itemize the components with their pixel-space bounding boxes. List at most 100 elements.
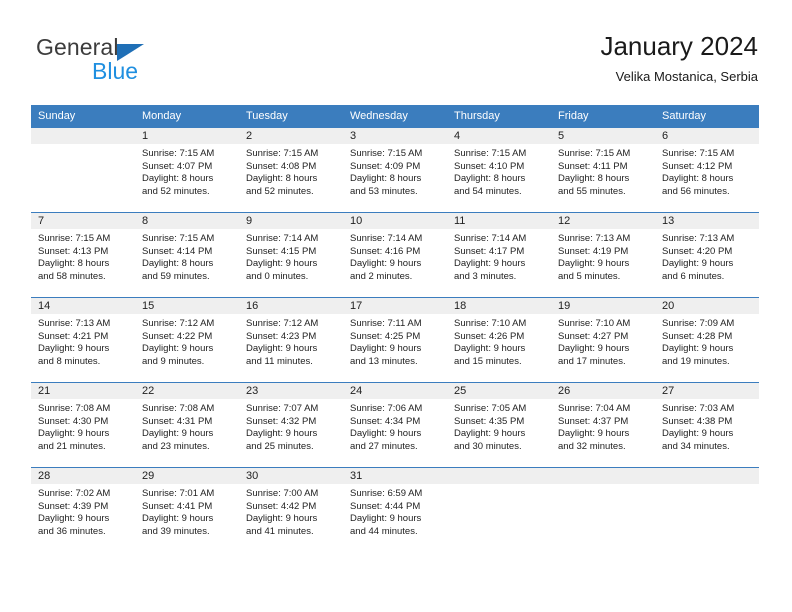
- sunset-text: Sunset: 4:13 PM: [38, 245, 109, 257]
- calendar-day-cell[interactable]: 31 Sunrise: 6:59 AM Sunset: 4:44 PM Dayligh…: [343, 467, 447, 552]
- sunset-text: Sunset: 4:28 PM: [662, 330, 733, 342]
- day-number: 14: [38, 300, 51, 312]
- sunset-text: Sunset: 4:14 PM: [142, 245, 213, 257]
- day-cell-content: 22 Sunrise: 7:08 AM Sunset: 4:31 PM Dayligh…: [135, 383, 239, 467]
- weekday-header-wednesday: Wednesday: [343, 105, 447, 128]
- sunrise-text: Sunrise: 7:08 AM: [142, 403, 215, 414]
- daylight-text-line1: Daylight: 8 hours: [142, 258, 214, 270]
- sunrise-text: Sunrise: 7:15 AM: [142, 148, 215, 159]
- day-cell-content: 31 Sunrise: 6:59 AM Sunset: 4:44 PM Dayligh…: [343, 468, 447, 552]
- sunset-text: Sunset: 4:22 PM: [142, 330, 213, 342]
- calendar-day-cell[interactable]: 17 Sunrise: 7:11 AM Sunset: 4:25 PM Dayligh…: [343, 297, 447, 383]
- calendar-day-cell[interactable]: 9 Sunrise: 7:14 AM Sunset: 4:15 PM Daylight…: [239, 212, 343, 298]
- day-cell-content: 6 Sunrise: 7:15 AM Sunset: 4:12 PM Daylight…: [655, 128, 759, 212]
- daylight-text-line2: and 52 minutes.: [142, 185, 210, 197]
- sunset-text: Sunset: 4:32 PM: [246, 415, 317, 427]
- day-cell-content: 5 Sunrise: 7:15 AM Sunset: 4:11 PM Daylight…: [551, 128, 655, 212]
- daylight-text-line1: Daylight: 9 hours: [142, 343, 214, 355]
- sunset-text: Sunset: 4:10 PM: [454, 160, 525, 172]
- calendar-header-row: Sunday Monday Tuesday Wednesday Thursday…: [31, 105, 759, 128]
- daylight-text-line2: and 6 minutes.: [662, 270, 725, 282]
- day-number-band: 21: [31, 383, 135, 399]
- day-cell-content: [31, 128, 135, 212]
- day-details: [655, 484, 759, 488]
- daylight-text-line1: Daylight: 9 hours: [246, 513, 318, 525]
- calendar-body: 1 Sunrise: 7:15 AM Sunset: 4:07 PM Daylight…: [31, 128, 759, 552]
- calendar-table: Sunday Monday Tuesday Wednesday Thursday…: [31, 105, 759, 552]
- day-number: 11: [454, 215, 466, 227]
- day-number: 27: [662, 385, 675, 397]
- day-number-band: 19: [551, 298, 655, 314]
- calendar-day-cell[interactable]: 30 Sunrise: 7:00 AM Sunset: 4:42 PM Dayligh…: [239, 467, 343, 552]
- brand-logo[interactable]: General Blue: [31, 30, 231, 90]
- day-details: Sunrise: 7:01 AM Sunset: 4:41 PM Daylight:…: [135, 484, 239, 538]
- daylight-text-line2: and 9 minutes.: [142, 355, 205, 367]
- day-number-band: 10: [343, 213, 447, 229]
- sunset-text: Sunset: 4:19 PM: [558, 245, 629, 257]
- calendar-day-cell[interactable]: 23 Sunrise: 7:07 AM Sunset: 4:32 PM Dayligh…: [239, 382, 343, 468]
- daylight-text-line1: Daylight: 9 hours: [246, 258, 318, 270]
- calendar-day-cell[interactable]: 13 Sunrise: 7:13 AM Sunset: 4:20 PM Dayligh…: [655, 212, 759, 298]
- day-cell-content: [447, 468, 551, 552]
- daylight-text-line1: Daylight: 9 hours: [38, 343, 110, 355]
- calendar-day-cell[interactable]: 19 Sunrise: 7:10 AM Sunset: 4:27 PM Dayligh…: [551, 297, 655, 383]
- daylight-text-line2: and 15 minutes.: [454, 355, 522, 367]
- day-cell-content: 24 Sunrise: 7:06 AM Sunset: 4:34 PM Dayligh…: [343, 383, 447, 467]
- calendar-day-cell[interactable]: 28 Sunrise: 7:02 AM Sunset: 4:39 PM Dayligh…: [31, 467, 135, 552]
- day-number: 6: [662, 130, 669, 142]
- calendar-week-row: 14 Sunrise: 7:13 AM Sunset: 4:21 PM Dayligh…: [31, 297, 759, 383]
- day-number: 4: [454, 130, 461, 142]
- calendar-day-cell[interactable]: 6 Sunrise: 7:15 AM Sunset: 4:12 PM Daylight…: [655, 128, 759, 213]
- daylight-text-line2: and 55 minutes.: [558, 185, 626, 197]
- weekday-header-tuesday: Tuesday: [239, 105, 343, 128]
- calendar-day-cell[interactable]: 11 Sunrise: 7:14 AM Sunset: 4:17 PM Dayligh…: [447, 212, 551, 298]
- calendar-day-cell[interactable]: 27 Sunrise: 7:03 AM Sunset: 4:38 PM Dayligh…: [655, 382, 759, 468]
- calendar-day-cell[interactable]: 8 Sunrise: 7:15 AM Sunset: 4:14 PM Daylight…: [135, 212, 239, 298]
- calendar-day-cell[interactable]: 20 Sunrise: 7:09 AM Sunset: 4:28 PM Dayligh…: [655, 297, 759, 383]
- daylight-text-line2: and 0 minutes.: [246, 270, 309, 282]
- sunrise-text: Sunrise: 7:12 AM: [246, 318, 319, 329]
- calendar-day-cell[interactable]: 18 Sunrise: 7:10 AM Sunset: 4:26 PM Dayligh…: [447, 297, 551, 383]
- day-cell-content: 17 Sunrise: 7:11 AM Sunset: 4:25 PM Dayligh…: [343, 298, 447, 382]
- calendar-day-cell[interactable]: 26 Sunrise: 7:04 AM Sunset: 4:37 PM Dayligh…: [551, 382, 655, 468]
- daylight-text-line1: Daylight: 9 hours: [662, 343, 734, 355]
- daylight-text-line1: Daylight: 9 hours: [454, 258, 526, 270]
- day-cell-content: 4 Sunrise: 7:15 AM Sunset: 4:10 PM Daylight…: [447, 128, 551, 212]
- calendar-day-cell[interactable]: 3 Sunrise: 7:15 AM Sunset: 4:09 PM Daylight…: [343, 128, 447, 213]
- sunrise-text: Sunrise: 7:11 AM: [350, 318, 422, 329]
- day-number: 15: [142, 300, 155, 312]
- day-details: Sunrise: 7:13 AM Sunset: 4:20 PM Daylight:…: [655, 229, 759, 283]
- daylight-text-line1: Daylight: 9 hours: [558, 428, 630, 440]
- sunrise-text: Sunrise: 7:15 AM: [142, 233, 215, 244]
- calendar-day-cell[interactable]: 15 Sunrise: 7:12 AM Sunset: 4:22 PM Dayligh…: [135, 297, 239, 383]
- calendar-day-cell[interactable]: 22 Sunrise: 7:08 AM Sunset: 4:31 PM Dayligh…: [135, 382, 239, 468]
- calendar-day-cell[interactable]: 16 Sunrise: 7:12 AM Sunset: 4:23 PM Dayligh…: [239, 297, 343, 383]
- calendar-day-cell[interactable]: 21 Sunrise: 7:08 AM Sunset: 4:30 PM Dayligh…: [31, 382, 135, 468]
- calendar-day-cell[interactable]: 29 Sunrise: 7:01 AM Sunset: 4:41 PM Dayligh…: [135, 467, 239, 552]
- daylight-text-line1: Daylight: 9 hours: [246, 343, 318, 355]
- calendar-day-cell[interactable]: 7 Sunrise: 7:15 AM Sunset: 4:13 PM Daylight…: [31, 212, 135, 298]
- sunset-text: Sunset: 4:37 PM: [558, 415, 629, 427]
- sunrise-text: Sunrise: 7:08 AM: [38, 403, 111, 414]
- calendar-day-cell[interactable]: 10 Sunrise: 7:14 AM Sunset: 4:16 PM Dayligh…: [343, 212, 447, 298]
- calendar-day-cell[interactable]: 12 Sunrise: 7:13 AM Sunset: 4:19 PM Dayligh…: [551, 212, 655, 298]
- day-details: Sunrise: 7:15 AM Sunset: 4:10 PM Daylight:…: [447, 144, 551, 198]
- sunset-text: Sunset: 4:27 PM: [558, 330, 629, 342]
- sunset-text: Sunset: 4:23 PM: [246, 330, 317, 342]
- day-details: Sunrise: 7:09 AM Sunset: 4:28 PM Daylight:…: [655, 314, 759, 368]
- calendar-day-cell[interactable]: 1 Sunrise: 7:15 AM Sunset: 4:07 PM Daylight…: [135, 128, 239, 213]
- calendar-day-cell[interactable]: 5 Sunrise: 7:15 AM Sunset: 4:11 PM Daylight…: [551, 128, 655, 213]
- day-cell-content: [551, 468, 655, 552]
- sunset-text: Sunset: 4:15 PM: [246, 245, 317, 257]
- calendar-day-cell[interactable]: 2 Sunrise: 7:15 AM Sunset: 4:08 PM Daylight…: [239, 128, 343, 213]
- calendar-day-cell[interactable]: 14 Sunrise: 7:13 AM Sunset: 4:21 PM Dayligh…: [31, 297, 135, 383]
- calendar-day-cell[interactable]: 25 Sunrise: 7:05 AM Sunset: 4:35 PM Dayligh…: [447, 382, 551, 468]
- day-details: Sunrise: 7:15 AM Sunset: 4:07 PM Daylight:…: [135, 144, 239, 198]
- calendar-day-cell[interactable]: 4 Sunrise: 7:15 AM Sunset: 4:10 PM Daylight…: [447, 128, 551, 213]
- day-cell-content: 23 Sunrise: 7:07 AM Sunset: 4:32 PM Dayligh…: [239, 383, 343, 467]
- day-number: 8: [142, 215, 149, 227]
- sunset-text: Sunset: 4:09 PM: [350, 160, 421, 172]
- day-cell-content: 25 Sunrise: 7:05 AM Sunset: 4:35 PM Dayligh…: [447, 383, 551, 467]
- calendar-day-cell[interactable]: 24 Sunrise: 7:06 AM Sunset: 4:34 PM Dayligh…: [343, 382, 447, 468]
- sunset-text: Sunset: 4:12 PM: [662, 160, 733, 172]
